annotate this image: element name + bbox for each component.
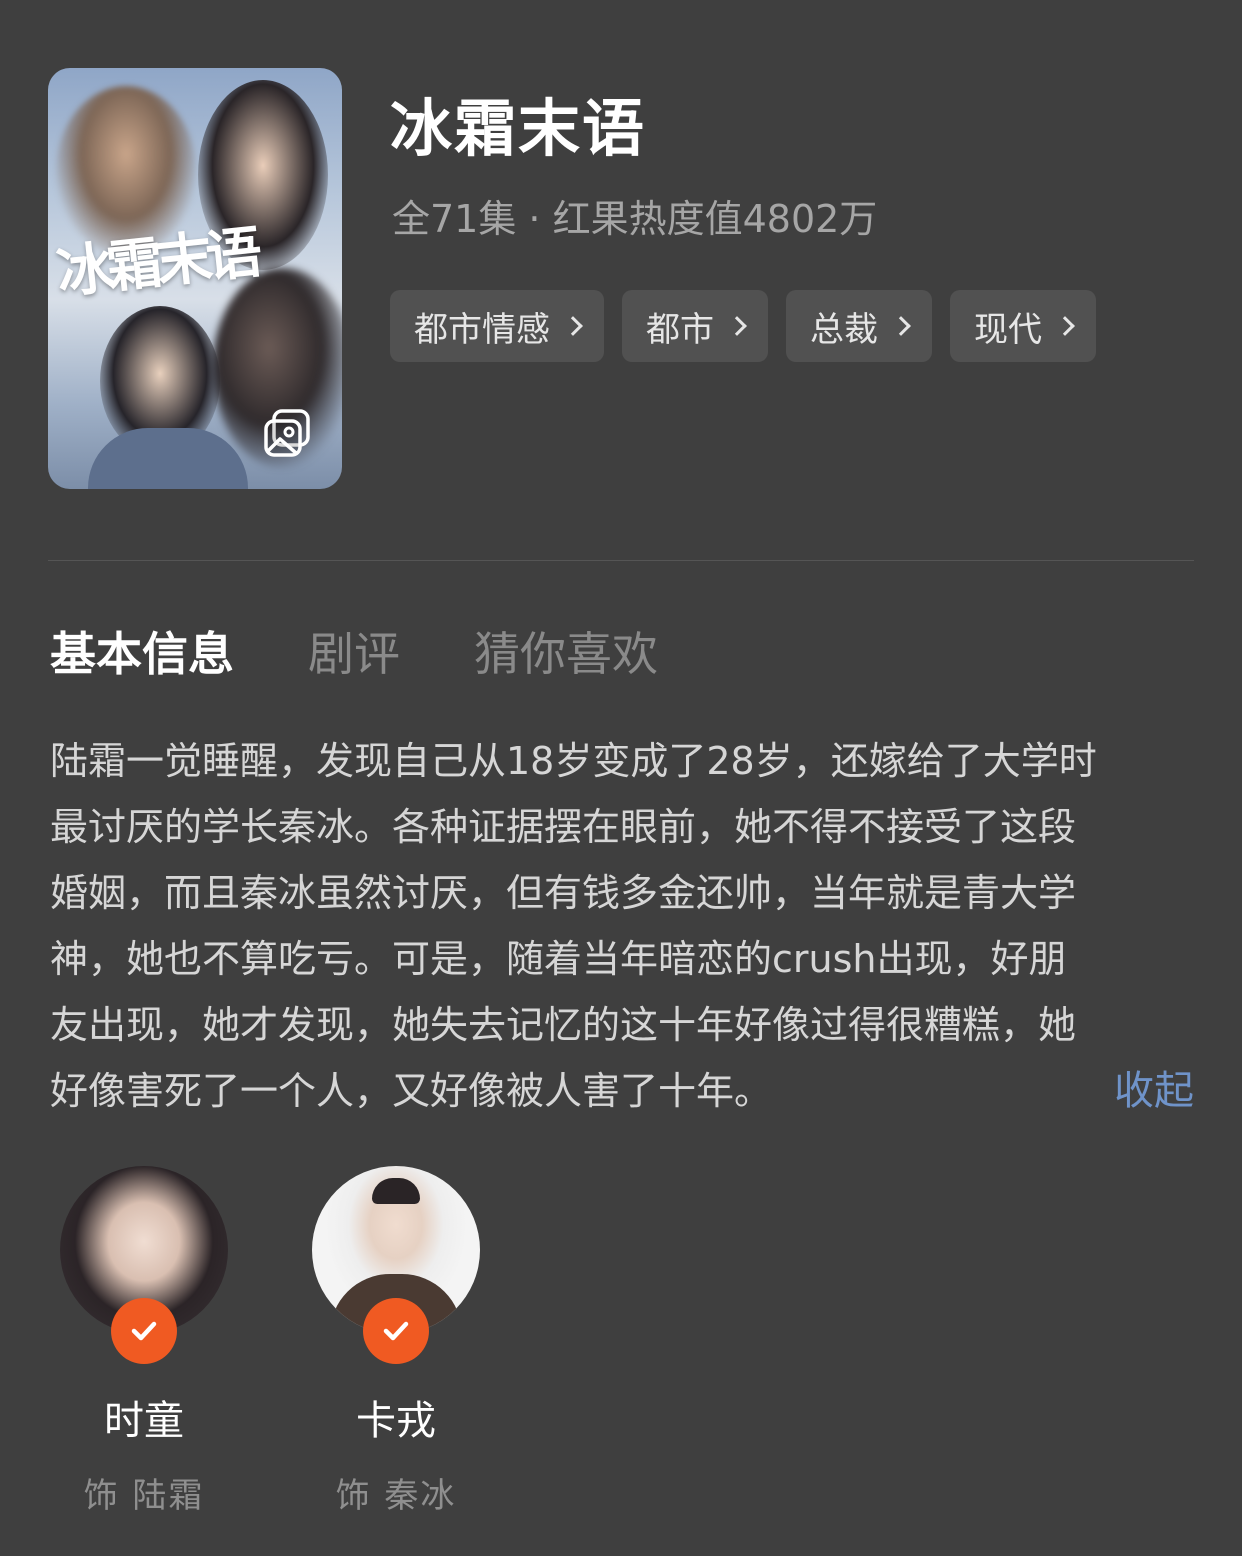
cast-item[interactable]: 卡戎 饰 秦冰 bbox=[312, 1166, 480, 1517]
cast-item[interactable]: 时童 饰 陆霜 bbox=[60, 1166, 228, 1517]
poster-image[interactable]: 冰霜末语 bbox=[48, 68, 342, 489]
actor-name: 卡戎 bbox=[356, 1398, 436, 1444]
actor-name: 时童 bbox=[104, 1398, 184, 1444]
tag-label: 总裁 bbox=[810, 309, 878, 350]
tab-recommendations[interactable]: 猜你喜欢 bbox=[474, 618, 658, 684]
tag-dushi[interactable]: 都市 bbox=[622, 290, 768, 362]
tab-basic-info[interactable]: 基本信息 bbox=[50, 618, 234, 684]
collapse-link[interactable]: 收起 bbox=[1114, 1058, 1194, 1116]
tab-reviews[interactable]: 剧评 bbox=[308, 618, 400, 684]
synopsis-line: 友出现，她才发现，她失去记忆的这十年好像过得很糟糕，她 bbox=[50, 1003, 1077, 1047]
synopsis: 陆霜一觉睡醒，发现自己从18岁变成了28岁，还嫁给了大学时 最讨厌的学长秦冰。各… bbox=[50, 728, 1194, 1124]
tag-xiandai[interactable]: 现代 bbox=[950, 290, 1096, 362]
gallery-icon[interactable] bbox=[262, 407, 314, 459]
tag-zongcai[interactable]: 总裁 bbox=[786, 290, 932, 362]
tag-label: 都市 bbox=[646, 309, 714, 350]
actor-role: 饰 陆霜 bbox=[83, 1476, 205, 1516]
tag-dushi-qinggan[interactable]: 都市情感 bbox=[390, 290, 604, 362]
avatar[interactable] bbox=[60, 1166, 228, 1364]
poster-figure-suit bbox=[88, 428, 248, 489]
divider bbox=[48, 560, 1194, 561]
chevron-right-icon bbox=[727, 316, 747, 336]
synopsis-line: 好像害死了一个人，又好像被人害了十年。 bbox=[50, 1069, 773, 1113]
synopsis-line: 最讨厌的学长秦冰。各种证据摆在眼前，她不得不接受了这段 bbox=[50, 805, 1077, 849]
tag-label: 都市情感 bbox=[414, 309, 550, 350]
check-badge-icon bbox=[111, 1298, 177, 1364]
synopsis-line: 神，她也不算吃亏。可是，随着当年暗恋的crush出现，好朋 bbox=[50, 937, 1067, 981]
cast-list: 时童 饰 陆霜 卡戎 饰 秦冰 bbox=[60, 1166, 480, 1517]
synopsis-line: 陆霜一觉睡醒，发现自己从18岁变成了28岁，还嫁给了大学时 bbox=[50, 739, 1097, 783]
synopsis-line: 婚姻，而且秦冰虽然讨厌，但有钱多金还帅，当年就是青大学 bbox=[50, 871, 1077, 915]
chevron-right-icon bbox=[1055, 316, 1075, 336]
drama-meta: 全71集 · 红果热度值4802万 bbox=[392, 197, 878, 241]
chevron-right-icon bbox=[563, 316, 583, 336]
drama-detail-page: 冰霜末语 冰霜末语 全71集 · 红果热度值4802万 都市情感 都市 总裁 现… bbox=[0, 0, 1242, 1556]
tag-list: 都市情感 都市 总裁 现代 bbox=[390, 290, 1096, 362]
chevron-right-icon bbox=[891, 316, 911, 336]
actor-role: 饰 秦冰 bbox=[335, 1476, 457, 1516]
drama-title: 冰霜末语 bbox=[390, 92, 647, 165]
tag-label: 现代 bbox=[974, 309, 1042, 350]
check-badge-icon bbox=[363, 1298, 429, 1364]
avatar[interactable] bbox=[312, 1166, 480, 1364]
tab-bar: 基本信息 剧评 猜你喜欢 bbox=[50, 618, 658, 684]
